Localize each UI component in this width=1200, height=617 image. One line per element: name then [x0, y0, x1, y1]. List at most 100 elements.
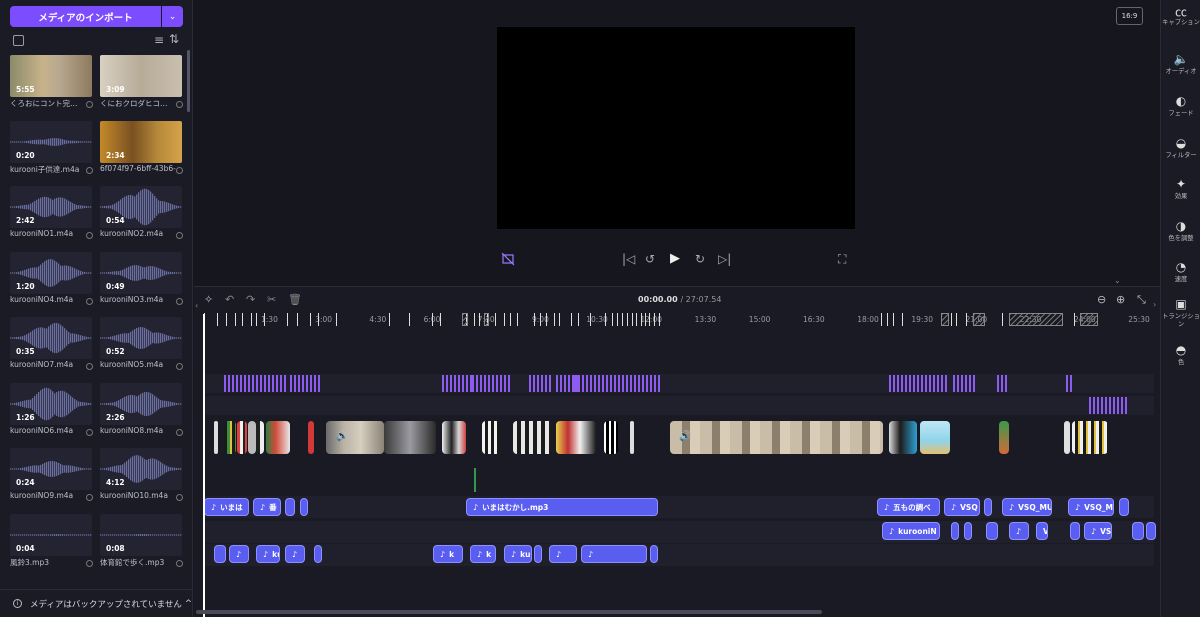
audio-clip[interactable]	[285, 498, 295, 516]
backup-caret-icon[interactable]: ^	[185, 599, 192, 609]
video-clip[interactable]	[224, 421, 236, 454]
audio-clip[interactable]: ♪	[549, 545, 577, 563]
overlay-clip-strip[interactable]	[953, 375, 977, 392]
overlay-clip-strip[interactable]	[472, 375, 510, 392]
media-select-checkbox[interactable]	[176, 297, 183, 305]
video-clip[interactable]	[889, 421, 917, 454]
audio-clip[interactable]: kurooni	[534, 545, 542, 563]
video-clip[interactable]	[326, 421, 384, 454]
video-clip[interactable]	[256, 421, 264, 454]
skip-back-icon[interactable]: |◁	[622, 252, 635, 266]
audio-clip[interactable]: ♪	[1009, 522, 1029, 540]
time-ruler[interactable]: 1:303:004:306:007:309:0010:3012:0013:301…	[204, 312, 1154, 328]
tool-color[interactable]: ◓ 色	[1161, 343, 1200, 367]
tool-fade[interactable]: ◐ フェード	[1161, 94, 1200, 118]
media-item[interactable]: 2:34 6f074f97-6bff-43b6-8…	[100, 120, 183, 174]
backup-notice[interactable]: i メディアはバックアップされていません ^	[0, 589, 192, 617]
audio-clip[interactable]: ♪VSQ	[1084, 522, 1112, 540]
audio-clip[interactable]: ♪ 番	[253, 498, 281, 516]
media-select-checkbox[interactable]	[86, 101, 93, 108]
audio-clip[interactable]	[214, 545, 226, 563]
media-item[interactable]: 1:20 kurooniNO4.m4a	[10, 251, 93, 305]
media-select-checkbox[interactable]	[176, 494, 183, 501]
audio-clip[interactable]: ♪ku	[256, 545, 280, 563]
audio-clip[interactable]	[300, 498, 308, 516]
overlay-clip-strip[interactable]	[1089, 397, 1129, 414]
overlay-clip-strip[interactable]	[889, 375, 947, 392]
audio-clip[interactable]	[1119, 498, 1129, 516]
media-select-checkbox[interactable]	[176, 166, 183, 174]
tool-captions[interactable]: ㏄キャプション	[1161, 3, 1200, 27]
media-select-checkbox[interactable]	[86, 166, 93, 174]
media-select-checkbox[interactable]	[86, 232, 93, 239]
video-clip[interactable]	[442, 421, 466, 454]
forward-5s-icon[interactable]: ↻	[695, 252, 705, 266]
media-select-checkbox[interactable]	[176, 101, 183, 108]
undo-icon[interactable]: ↶	[225, 293, 234, 306]
sort-icon[interactable]: ⇅	[169, 32, 179, 46]
audio-clip[interactable]: ♪ku	[504, 545, 532, 563]
overlay-clip-strip[interactable]	[997, 375, 1009, 392]
audio-clip[interactable]	[1070, 522, 1080, 540]
audio-clip[interactable]	[1132, 522, 1144, 540]
rewind-5s-icon[interactable]: ↺	[645, 252, 655, 266]
tool-transition[interactable]: ▣ トランジション	[1161, 297, 1200, 329]
media-item[interactable]: 0:35 kurooniNO7.m4a	[10, 317, 93, 370]
overlay-clip-strip[interactable]	[290, 375, 320, 392]
video-clip[interactable]	[248, 421, 256, 454]
collapse-right-chevron-icon[interactable]: ›	[1153, 300, 1156, 309]
video-clip[interactable]	[999, 421, 1009, 454]
audio-clip[interactable]: ♪	[229, 545, 249, 563]
media-item[interactable]: 0:08 体育館で歩く.mp3	[100, 513, 183, 568]
video-clip[interactable]	[604, 421, 618, 454]
audio-clip[interactable]	[951, 522, 959, 540]
media-select-checkbox[interactable]	[86, 428, 93, 436]
fit-timeline-icon[interactable]: ⤡	[1137, 293, 1146, 307]
media-select-checkbox[interactable]	[176, 232, 183, 239]
import-media-button[interactable]: メディアのインポート	[10, 6, 161, 27]
audio-clip[interactable]: ♪ VSQ_MU	[1002, 498, 1052, 516]
split-icon[interactable]: ✂	[267, 293, 276, 306]
redo-icon[interactable]: ↷	[246, 293, 255, 306]
filter-icon[interactable]: ≡	[154, 33, 164, 47]
aspect-ratio-button[interactable]: 16:9	[1116, 7, 1143, 25]
zoom-out-icon[interactable]: ⊖	[1097, 293, 1106, 306]
media-item[interactable]: 3:09 くにおクロダヒコ…	[100, 55, 183, 109]
media-item[interactable]: 2:42 kurooniNO1.m4a	[10, 186, 93, 239]
media-item[interactable]: 0:04 風鈴3.mp3	[10, 513, 93, 568]
media-scrollbar[interactable]	[187, 50, 190, 112]
audio-clip[interactable]	[650, 545, 658, 563]
collapse-preview-chevron-icon[interactable]: ⌄	[1114, 276, 1121, 285]
media-item[interactable]: 0:24 kurooniNO9.m4a	[10, 448, 93, 501]
audio-clip[interactable]: ♪ 五もの調べ	[877, 498, 940, 516]
audio-clip[interactable]: ♪ いまは	[204, 498, 249, 516]
magic-wand-off-icon[interactable]	[501, 252, 515, 269]
video-clip[interactable]	[482, 421, 500, 454]
overlay-clip-strip[interactable]	[442, 375, 472, 392]
video-clip[interactable]	[513, 421, 553, 454]
media-select-checkbox[interactable]	[86, 559, 93, 567]
audio-clip[interactable]	[986, 522, 998, 540]
video-clip[interactable]	[308, 421, 314, 454]
audio-clip[interactable]: ♪VSQ	[944, 498, 980, 516]
audio-clip[interactable]: ♪ kurooniN	[882, 522, 940, 540]
media-select-checkbox[interactable]	[86, 494, 93, 501]
media-select-checkbox[interactable]	[176, 428, 183, 436]
zoom-in-icon[interactable]: ⊕	[1116, 293, 1125, 306]
overlay-clip-strip[interactable]	[574, 375, 660, 392]
overlay-clip-strip[interactable]	[529, 375, 551, 392]
video-clip[interactable]	[384, 421, 436, 454]
audio-clip[interactable]: ♪	[581, 545, 647, 563]
video-clip[interactable]	[266, 421, 290, 454]
tool-speed[interactable]: ◔ 速度	[1161, 260, 1200, 284]
media-item[interactable]: 0:20 kurooni子供達.m4a	[10, 120, 93, 175]
audio-clip[interactable]	[1146, 522, 1156, 540]
audio-clip[interactable]: VSQ	[1036, 522, 1048, 540]
overlay-clip-strip[interactable]	[224, 375, 288, 392]
media-item[interactable]: 1:26 kurooniNO6.m4a	[10, 382, 93, 436]
media-item[interactable]: 0:54 kurooniNO2.m4a	[100, 186, 183, 239]
playhead[interactable]	[203, 314, 205, 617]
tool-audio[interactable]: 🔈 オーディオ	[1161, 52, 1200, 76]
media-item[interactable]: 2:26 kurooniNO8.m4a	[100, 382, 183, 436]
skip-forward-icon[interactable]: ▷|	[718, 252, 731, 266]
